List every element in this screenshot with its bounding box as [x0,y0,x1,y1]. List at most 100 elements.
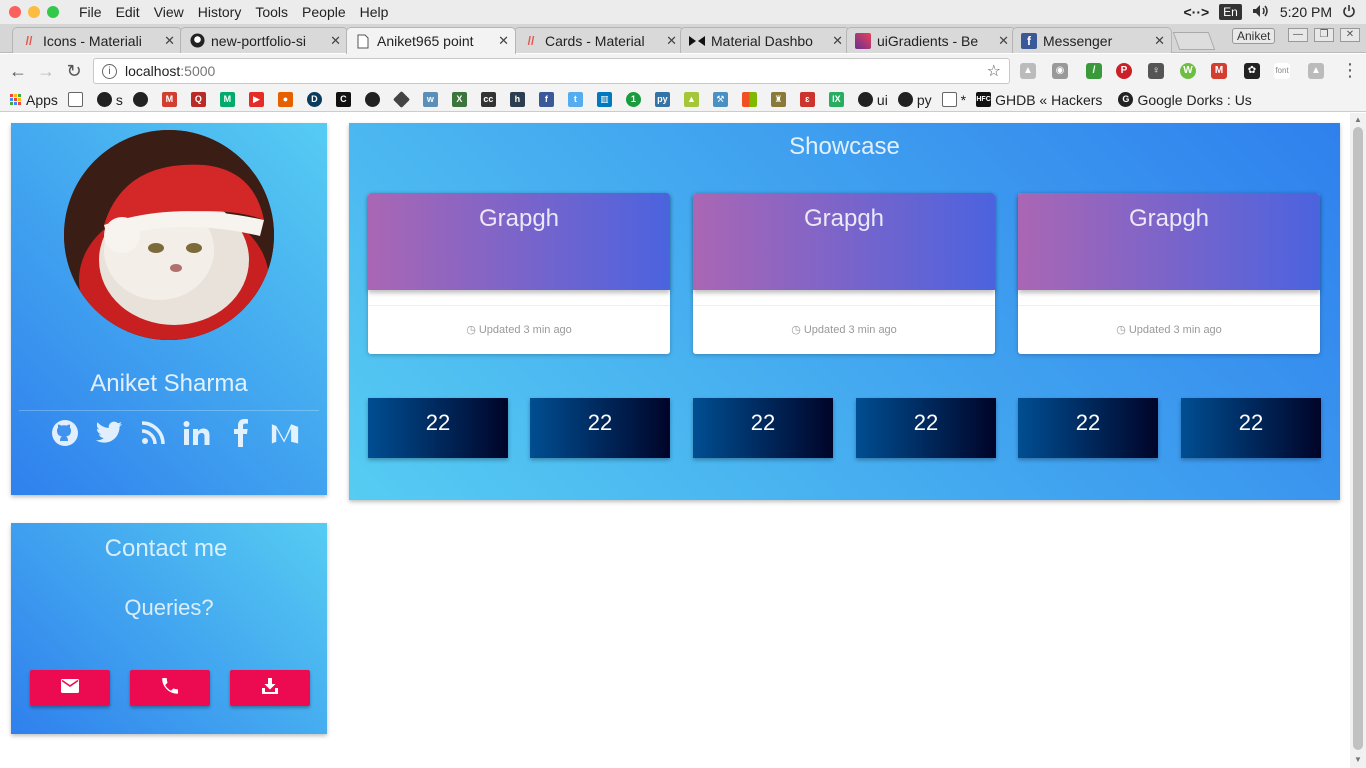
email-button[interactable] [30,670,110,706]
menu-view[interactable]: View [154,4,184,20]
minimize-window-button[interactable] [28,6,40,18]
download-button[interactable] [230,670,310,706]
bookmark-youtube[interactable]: ▶ [248,92,268,107]
bookmark-star[interactable]: * [941,92,966,108]
bookmark-codepen[interactable]: ● [277,92,297,107]
menu-tools[interactable]: Tools [255,4,288,20]
close-icon[interactable]: ✕ [1154,33,1165,49]
bookmark-python[interactable]: py [654,92,674,107]
bookmark-shield[interactable]: ♜ [770,92,790,107]
graph-card[interactable]: Grapgh ◷ Updated 3 min ago [1018,193,1320,354]
menu-help[interactable]: Help [360,4,389,20]
rss-icon[interactable] [139,419,167,447]
input-language-badge[interactable]: En [1219,4,1242,20]
tab-messenger[interactable]: f Messenger ✕ [1012,27,1172,53]
restore-icon[interactable]: ❐ [1314,28,1334,42]
bookmark-apps[interactable]: Apps [10,92,58,108]
stat-tile[interactable]: 22 [368,398,508,458]
info-icon[interactable]: i [102,63,117,79]
bookmark-github-py[interactable]: py [897,92,932,108]
scroll-down-icon[interactable]: ▼ [1354,755,1362,764]
tab-new-portfolio[interactable]: new-portfolio-si ✕ [180,27,348,53]
phone-button[interactable] [130,670,210,706]
bookmark-h[interactable]: h [509,92,529,107]
bookmark-page[interactable] [67,92,87,107]
menu-file[interactable]: File [79,4,102,20]
bookmark-medium[interactable]: M [219,92,239,107]
bookmark-android[interactable]: ▲ [683,92,703,107]
close-window-button[interactable] [9,6,21,18]
tab-cards-materialize[interactable]: // Cards - Material ✕ [514,27,684,53]
bookmark-twitter[interactable]: t [567,92,587,107]
menu-people[interactable]: People [302,4,346,20]
bookmark-github[interactable] [132,92,152,107]
bookmark-ghdb[interactable]: HFC GHDB « Hackers [976,92,1102,108]
octo-ext-icon[interactable]: ✿ [1244,63,1260,79]
tab-icons-materialize[interactable]: // Icons - Materiali ✕ [12,27,182,53]
close-icon[interactable]: ✕ [498,33,509,49]
camera-ext-icon[interactable]: ◉ [1052,63,1068,79]
graph-card[interactable]: Grapgh ◷ Updated 3 min ago [368,193,670,354]
reload-icon[interactable]: ↻ [60,61,88,82]
bookmark-diamond[interactable] [392,91,413,108]
close-icon[interactable]: ✕ [1340,28,1360,42]
github-icon[interactable] [51,419,79,447]
forward-arrow-icon[interactable]: → [32,61,60,82]
bookmark-windows[interactable] [741,92,761,107]
close-icon[interactable]: ✕ [666,33,677,49]
bookmark-one[interactable]: 1 [625,92,645,107]
zoom-window-button[interactable] [47,6,59,18]
colorpicker-ext-icon[interactable]: / [1086,63,1102,79]
bookmark-github-ui[interactable]: ui [857,92,888,108]
stat-tile[interactable]: 22 [856,398,996,458]
menu-history[interactable]: History [198,4,242,20]
twitter-icon[interactable] [95,419,123,447]
graph-card[interactable]: Grapgh ◷ Updated 3 min ago [693,193,995,354]
android-ext-icon[interactable]: ▲ [1308,63,1324,79]
bookmark-wave[interactable]: w [422,92,442,107]
tab-aniket965[interactable]: Aniket965 point ✕ [346,27,516,54]
bookmark-github-2[interactable] [364,92,384,107]
vertical-scrollbar[interactable]: ▲ ▼ [1350,113,1366,768]
bookmark-trello[interactable]: ▥ [596,92,616,107]
profile-badge[interactable]: Aniket [1232,28,1276,44]
close-icon[interactable]: ✕ [330,33,341,49]
close-icon[interactable]: ✕ [832,33,843,49]
stat-tile[interactable]: 22 [1018,398,1158,458]
tab-material-dashboard[interactable]: Material Dashbo ✕ [680,27,850,53]
bookmark-ix[interactable]: IX [828,92,848,107]
minimize-icon[interactable]: — [1288,28,1308,42]
bookmark-gmail[interactable]: M [161,92,181,107]
bookmark-cc[interactable]: cc [480,92,500,107]
stat-tile[interactable]: 22 [530,398,670,458]
linkedin-icon[interactable] [183,419,211,447]
grammarly-ext-icon[interactable]: W [1180,63,1196,79]
bookmark-ruby[interactable]: ɛ [799,92,819,107]
bookmark-c[interactable]: C [335,92,355,107]
scroll-up-icon[interactable]: ▲ [1354,115,1362,124]
tab-uigradients[interactable]: uiGradients - Be ✕ [846,27,1016,53]
scrollbar-thumb[interactable] [1353,127,1363,750]
close-icon[interactable]: ✕ [164,33,175,49]
close-icon[interactable]: ✕ [998,33,1009,49]
menu-dots-icon[interactable]: ⋮ [1336,60,1364,81]
new-tab-button[interactable] [1172,32,1216,50]
bookmark-github-s[interactable]: s [96,92,123,108]
bookmark-star-icon[interactable]: ☆ [987,61,1001,81]
gmail-ext-icon[interactable]: M [1211,63,1227,79]
bookmark-facebook[interactable]: f [538,92,558,107]
address-bar[interactable]: i localhost :5000 ☆ [93,58,1010,84]
stat-tile[interactable]: 22 [1181,398,1321,458]
bookmark-x[interactable]: X [451,92,471,107]
pinterest-ext-icon[interactable]: P [1116,63,1132,79]
keep-ext-icon[interactable]: ♀ [1148,63,1164,79]
bookmark-d[interactable]: D [306,92,326,107]
bookmark-tool[interactable]: ⚒ [712,92,732,107]
back-arrow-icon[interactable]: ← [4,61,32,82]
volume-icon[interactable] [1252,4,1270,21]
power-icon[interactable] [1342,4,1356,21]
menu-edit[interactable]: Edit [116,4,140,20]
stat-tile[interactable]: 22 [693,398,833,458]
medium-icon[interactable] [271,419,299,447]
clock[interactable]: 5:20 PM [1280,4,1332,20]
